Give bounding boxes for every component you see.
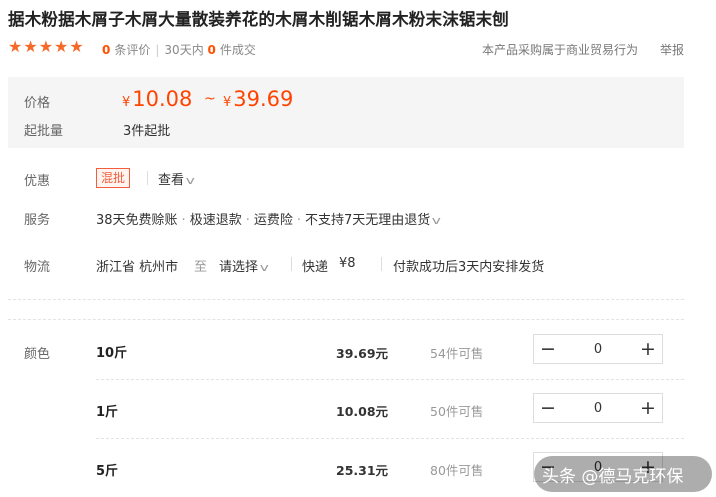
plus-button[interactable]: +	[634, 335, 662, 363]
shipping-method: 快递	[302, 260, 329, 275]
sku-color-label: 颜色	[24, 347, 51, 362]
product-title: 据木粉据木屑子木屑大量散装养花的木屑木削锯木屑木粉末沫锯末刨	[8, 10, 509, 29]
destination-select[interactable]: 请选择 v	[219, 256, 269, 275]
ship-note: 付款成功后3天内安排发货	[393, 260, 545, 275]
chevron-down-icon: v	[431, 214, 442, 227]
shipping-fee: ¥8	[339, 256, 356, 271]
service-item: 极速退款	[189, 213, 242, 228]
price-high: ¥39.69	[223, 87, 294, 111]
sku-name: 5斤	[96, 464, 119, 479]
trade-policy-note: 本产品采购属于商业贸易行为	[482, 43, 639, 57]
rating-stars: ★ ★ ★ ★ ★	[8, 38, 84, 56]
review-summary: 0 条评价 | 30天内 0 件成交	[102, 41, 256, 58]
row-divider	[96, 438, 684, 439]
sku-price: 25.31元	[336, 463, 389, 478]
reviews-label[interactable]: 条评价	[114, 43, 150, 57]
sold-count: 0	[207, 43, 216, 57]
moq-label: 起批量	[24, 124, 64, 139]
sku-name: 10斤	[96, 346, 128, 361]
quantity-input[interactable]: 0	[562, 401, 634, 416]
view-promo-dropdown[interactable]: 查看 v	[158, 169, 195, 188]
price-label: 价格	[24, 96, 51, 111]
sku-price: 39.69元	[336, 346, 389, 361]
sold-label: 件成交	[219, 43, 256, 57]
quantity-stepper: − 0 +	[533, 334, 663, 364]
divider	[291, 257, 292, 271]
plus-button[interactable]: +	[634, 394, 662, 422]
rating-row: ★ ★ ★ ★ ★ 0 条评价 | 30天内 0 件成交 本产品采购属于商业贸易行为 举…	[8, 38, 708, 58]
quantity-input[interactable]: 0	[562, 342, 634, 357]
sku-stock: 50件可售	[430, 404, 484, 419]
to-label: 至	[194, 260, 208, 275]
minus-button[interactable]: −	[534, 394, 562, 422]
price-low: ¥10.08	[122, 87, 193, 111]
row-divider	[96, 379, 684, 380]
quantity-stepper: − 0 +	[533, 393, 663, 423]
reviews-count: 0	[102, 43, 111, 57]
sku-stock: 80件可售	[430, 463, 484, 478]
sku-name: 1斤	[96, 405, 119, 420]
mixed-batch-tag: 混批	[96, 168, 131, 188]
divider: |	[155, 43, 160, 57]
service-item: 38天免费赊账	[96, 213, 178, 228]
sku-stock: 54件可售	[430, 346, 484, 361]
divider	[147, 171, 148, 185]
section-divider	[8, 319, 684, 320]
origin-location: 浙江省 杭州市	[96, 260, 179, 275]
chevron-down-icon: v	[185, 174, 195, 187]
price-panel: 价格 ¥10.08 ~ ¥39.69 起批量 3件起批	[8, 77, 684, 148]
service-item: 不支持7天无理由退货	[305, 213, 431, 228]
divider	[381, 257, 382, 271]
promo-label: 优惠	[24, 174, 51, 189]
star-icon: ★	[8, 37, 23, 56]
star-icon: ★	[54, 37, 69, 56]
section-divider	[8, 299, 684, 300]
service-item: 运费险	[253, 213, 293, 228]
report-link[interactable]: 举报	[660, 41, 684, 58]
watermark: 头条 @德马克环保	[534, 456, 712, 492]
star-icon: ★	[38, 37, 54, 56]
minus-button[interactable]: −	[534, 335, 562, 363]
star-icon: ★	[23, 37, 38, 56]
service-label: 服务	[24, 213, 51, 228]
logistics-label: 物流	[24, 260, 51, 275]
service-list[interactable]: 38天免费赊账 · 极速退款 · 运费险 · 不支持7天无理由退货 v	[96, 209, 442, 228]
star-icon: ★	[69, 37, 84, 56]
price-range-separator: ~	[204, 91, 216, 107]
chevron-down-icon: v	[259, 261, 269, 274]
sku-price: 10.08元	[336, 404, 389, 419]
moq-value: 3件起批	[123, 124, 171, 139]
sold-period: 30天内	[164, 43, 204, 57]
